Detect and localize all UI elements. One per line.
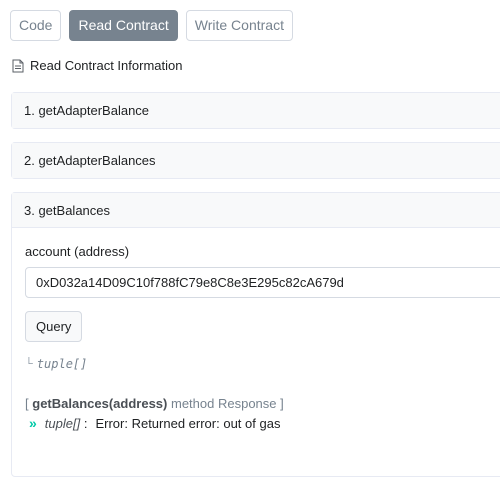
account-address-input[interactable] (25, 267, 500, 298)
account-field-label: account (address) (25, 244, 130, 259)
return-type-text: tuple[] (36, 357, 88, 371)
tab-read-contract[interactable]: Read Contract (69, 10, 178, 41)
response-header: [ getBalances(address) method Response ] (25, 396, 284, 411)
method-header-get-adapter-balances[interactable]: 2. getAdapterBalances (12, 143, 500, 178)
method-label: 3. getBalances (24, 202, 111, 218)
response-prefix: [ (25, 396, 29, 411)
result-message: Error: Returned error: out of gas (95, 415, 281, 431)
section-title-text: Read Contract Information (30, 58, 183, 73)
tab-code[interactable]: Code (10, 10, 62, 41)
double-chevron-right-icon: » (29, 415, 37, 431)
contract-tabs: Code Read Contract Write Contract (10, 10, 293, 41)
response-method-name: getBalances(address) (32, 396, 168, 411)
result-type-group: tuple[] : (45, 416, 88, 431)
method-label: 1. getAdapterBalance (24, 103, 150, 118)
query-button[interactable]: Query (25, 311, 83, 342)
result-separator: : (83, 415, 88, 431)
method-card-get-adapter-balance: 1. getAdapterBalance (11, 92, 500, 129)
method-header-get-adapter-balance[interactable]: 1. getAdapterBalance (12, 93, 500, 128)
method-label: 2. getAdapterBalances (24, 153, 156, 168)
response-result: » tuple[] : Error: Returned error: out o… (29, 415, 280, 431)
tab-write-contract[interactable]: Write Contract (185, 10, 293, 41)
section-title: Read Contract Information (12, 58, 182, 73)
document-icon (12, 59, 24, 72)
return-type: └ tuple[] (25, 357, 87, 371)
result-type: tuple[] (44, 415, 81, 431)
method-header-get-balances[interactable]: 3. getBalances (12, 193, 500, 228)
method-card-get-balances: 3. getBalances account (address) Query └… (11, 192, 500, 477)
method-card-get-adapter-balances: 2. getAdapterBalances (11, 142, 500, 179)
return-arrow-icon: └ (25, 358, 33, 370)
response-suffix: method Response ] (171, 396, 284, 411)
